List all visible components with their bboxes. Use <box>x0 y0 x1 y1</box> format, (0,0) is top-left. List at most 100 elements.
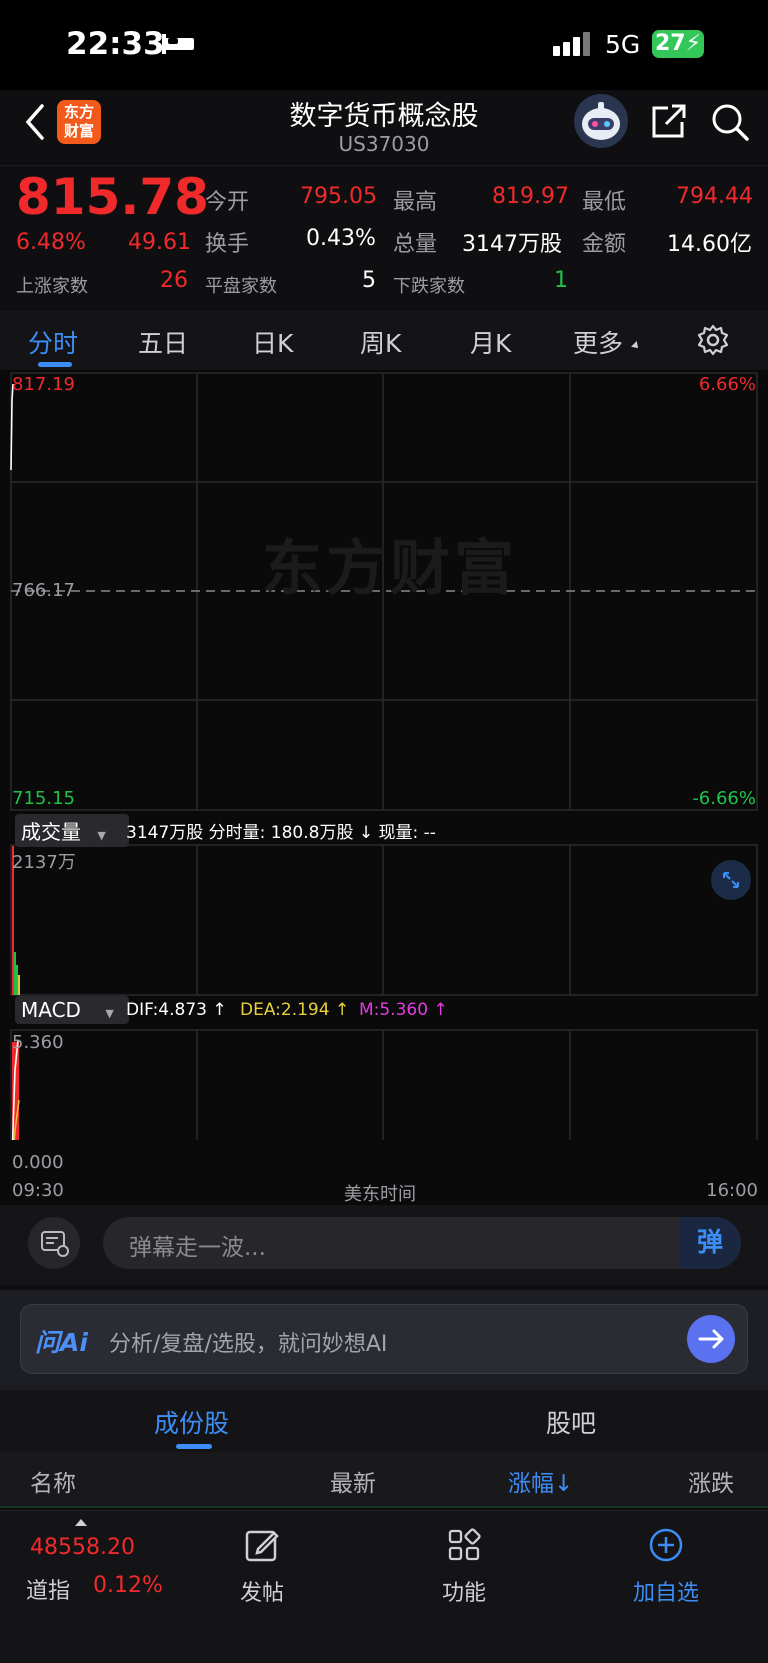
nav-post-label: 发帖 <box>239 1581 284 1606</box>
ai-placeholder: 分析/复盘/选股，就问妙想AI <box>109 1332 388 1357</box>
index-value[interactable]: 48558.20 <box>30 1535 135 1560</box>
low-label: 最低 <box>582 190 627 215</box>
open-value: 795.05 <box>300 184 377 209</box>
time-mid-label: 美东时间 <box>344 1184 416 1205</box>
macd-top-label: 5.360 <box>12 1032 64 1053</box>
high-label: 最高 <box>393 190 438 215</box>
danmaku-send-label: 弹 <box>696 1228 723 1258</box>
bottom-nav: 48558.20 道指 0.12% 发帖 功能 加自选 <box>0 1510 768 1663</box>
dif-value: DIF:4.873 ↑ <box>126 1000 227 1020</box>
flat-count: 5 <box>362 268 376 293</box>
change-percent: 6.48% <box>16 230 86 255</box>
high-value: 819.97 <box>492 184 569 209</box>
share-icon[interactable] <box>650 102 688 144</box>
nav-functions[interactable]: 功能 <box>424 1527 504 1607</box>
m-value: M:5.360 ↑ <box>359 1000 448 1020</box>
volume-label: 总量 <box>393 232 438 257</box>
dea-value: DEA:2.194 ↑ <box>240 1000 350 1020</box>
index-pct[interactable]: 0.12% <box>93 1573 163 1598</box>
robot-avatar-icon[interactable] <box>574 94 628 148</box>
status-time: 22:33 <box>66 26 165 62</box>
quote-panel: 815.78 6.48% 49.61 今开 795.05 最高 819.97 最… <box>0 165 768 308</box>
chevron-down-icon: ▼ <box>105 1007 114 1020</box>
collapse-caret-icon[interactable] <box>75 1519 87 1526</box>
current-price: 815.78 <box>16 168 209 226</box>
header-divider <box>0 1506 768 1508</box>
tab-weekly-k[interactable]: 周K <box>360 324 401 360</box>
volume-indicator-select[interactable]: 成交量 ▼ <box>15 814 129 847</box>
settings-icon[interactable] <box>697 324 729 360</box>
intraday-grid <box>10 372 758 1140</box>
signal-icon <box>553 32 593 60</box>
rising-count: 26 <box>160 268 188 293</box>
falling-count: 1 <box>554 268 568 293</box>
expand-icon[interactable] <box>711 860 751 900</box>
rising-label: 上涨家数 <box>16 276 88 297</box>
tab-intraday[interactable]: 分时 <box>28 324 78 360</box>
turnover-value: 0.43% <box>306 226 376 251</box>
macd-bottom-label: 0.000 <box>12 1152 64 1173</box>
battery-icon: 27⚡ <box>652 30 704 58</box>
macd-indicator-label: MACD <box>21 998 81 1022</box>
tab-five-day[interactable]: 五日 <box>138 324 188 360</box>
col-change-abs[interactable]: 涨跌 <box>688 1464 734 1498</box>
col-latest[interactable]: 最新 <box>330 1464 376 1498</box>
danmaku-list-icon[interactable] <box>28 1217 80 1269</box>
watermark: 东方财富 <box>262 534 518 604</box>
change-amount: 49.61 <box>128 230 191 255</box>
bed-icon <box>160 32 196 60</box>
tab-active-indicator <box>176 1444 212 1449</box>
price-bottom-label: 715.15 <box>12 788 75 809</box>
chart-area: 东方财富 817.19 6.66% 766.17 715.15 -6.66% 成… <box>0 370 768 1205</box>
ai-assistant-row: 问Ai 分析/复盘/选股，就问妙想AI <box>0 1290 768 1390</box>
amount-value: 14.60亿 <box>667 232 752 257</box>
tab-constituents[interactable]: 成份股 <box>154 1404 229 1440</box>
nav-add-label: 加自选 <box>632 1581 699 1606</box>
danmaku-placeholder: 弹幕走一波... <box>129 1235 266 1261</box>
constituent-tabs: 成份股 股吧 <box>0 1390 768 1452</box>
network-label: 5G <box>605 30 641 59</box>
open-label: 今开 <box>205 190 250 215</box>
danmaku-input[interactable]: 弹幕走一波... 弹 <box>103 1217 741 1269</box>
battery-level: 27 <box>654 31 686 56</box>
tab-daily-k[interactable]: 日K <box>252 324 293 360</box>
danmaku-row: 弹幕走一波... 弹 <box>0 1205 768 1285</box>
search-icon[interactable] <box>710 102 750 146</box>
pct-bottom-label: -6.66% <box>692 788 756 809</box>
time-start-label: 09:30 <box>12 1180 64 1201</box>
col-name[interactable]: 名称 <box>30 1464 76 1498</box>
turnover-label: 换手 <box>205 232 250 257</box>
chart-tabs: 分时 五日 日K 周K 月K 更多 <box>0 310 768 370</box>
pct-top-label: 6.66% <box>698 374 756 395</box>
dropdown-caret-icon <box>631 341 641 351</box>
volume-bar <box>18 975 20 995</box>
price-mid-label: 766.17 <box>12 580 75 601</box>
nav-post[interactable]: 发帖 <box>222 1527 302 1607</box>
price-top-label: 817.19 <box>12 374 75 395</box>
ai-input[interactable]: 问Ai 分析/复盘/选股，就问妙想AI <box>20 1304 748 1374</box>
ai-brand: 问Ai <box>35 1328 88 1357</box>
volume-value: 3147万股 <box>462 232 562 257</box>
chevron-down-icon: ▼ <box>97 829 106 842</box>
list-header: 名称 最新 涨幅↓ 涨跌 <box>0 1452 768 1508</box>
volume-indicator-label: 成交量 <box>21 820 81 844</box>
nav-functions-label: 功能 <box>441 1581 486 1606</box>
tab-more[interactable]: 更多 <box>573 324 623 360</box>
edit-icon <box>245 1530 279 1562</box>
low-value: 794.44 <box>676 184 753 209</box>
time-end-label: 16:00 <box>706 1180 758 1201</box>
add-circle-icon <box>649 1528 683 1562</box>
macd-indicator-select[interactable]: MACD ▼ <box>15 996 129 1024</box>
index-name[interactable]: 道指 <box>26 1573 70 1605</box>
arrow-right-icon[interactable] <box>687 1315 735 1363</box>
volume-max-label: 2137万 <box>12 852 76 873</box>
nav-add-watchlist[interactable]: 加自选 <box>626 1527 706 1607</box>
flat-label: 平盘家数 <box>205 276 277 297</box>
tab-monthly-k[interactable]: 月K <box>470 324 511 360</box>
col-change-pct[interactable]: 涨幅↓ <box>508 1464 573 1498</box>
nav-header: 东方 财富 数字货币概念股 US37030 <box>0 90 768 162</box>
danmaku-send-button[interactable]: 弹 <box>679 1217 741 1269</box>
grid-icon <box>448 1528 481 1561</box>
tab-stock-forum[interactable]: 股吧 <box>546 1404 596 1440</box>
tab-active-indicator <box>38 362 72 367</box>
